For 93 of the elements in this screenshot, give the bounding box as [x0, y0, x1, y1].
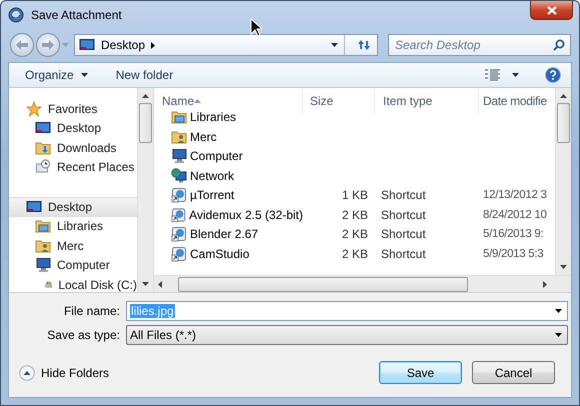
shortcut-icon — [171, 226, 187, 242]
file-item[interactable]: Network — [154, 166, 303, 186]
table-cell-text: Shortcut — [380, 226, 427, 244]
window-title: Save Attachment — [31, 8, 122, 22]
scrollbar[interactable] — [137, 88, 153, 292]
address-bar[interactable]: Desktop — [74, 34, 378, 56]
caret-icon — [555, 309, 562, 313]
file-item[interactable]: Merc — [154, 127, 303, 146]
field-label: Save as type: — [46, 328, 120, 342]
file-type-dropdown[interactable]: All Files (*.*) — [126, 325, 568, 345]
network-icon — [171, 168, 187, 184]
scroll-left-icon[interactable] — [158, 280, 162, 288]
search-icon — [553, 39, 565, 51]
nav-item[interactable]: Local Disk (C:) — [9, 275, 137, 292]
table-cell-text: 5/16/2013 9: — [482, 227, 544, 242]
computer-icon — [171, 148, 187, 164]
forward-button[interactable] — [36, 33, 60, 57]
monitor-icon — [26, 198, 42, 215]
library-folder-icon — [35, 218, 51, 234]
nav-item[interactable]: Desktop — [9, 118, 137, 138]
dialog-button[interactable]: Cancel — [472, 361, 555, 384]
shortcut-icon — [171, 187, 187, 204]
forward-arrow-icon — [42, 40, 54, 50]
dialog-button[interactable]: Save — [379, 361, 462, 384]
scroll-thumb[interactable] — [178, 276, 468, 292]
hide-folders-button[interactable]: Hide Folders — [19, 364, 110, 380]
scroll-down-icon[interactable] — [560, 265, 567, 269]
scroll-down-icon[interactable] — [142, 282, 149, 286]
nav-item[interactable]: Favorites — [9, 99, 137, 118]
nav-item[interactable]: Computer — [9, 256, 137, 275]
column-header[interactable]: Item type — [375, 88, 479, 113]
table-cell-text: 12/13/2012 3 — [482, 188, 548, 204]
star-icon — [26, 100, 42, 117]
close-icon — [546, 6, 556, 14]
scroll-up-icon[interactable] — [142, 94, 149, 98]
file-item[interactable]: Avidemux 2.5 (32-bit) — [154, 205, 303, 224]
organize-menu[interactable]: Organize — [19, 64, 94, 86]
shortcut-icon — [171, 246, 187, 262]
table-cell-text: 5/9/2013 5:3 — [482, 246, 544, 262]
back-arrow-icon — [16, 40, 28, 50]
collapse-icon — [19, 364, 35, 380]
scrollbar[interactable] — [154, 275, 571, 292]
user-folder-icon — [171, 128, 187, 145]
caret-icon — [330, 43, 338, 47]
nav-item[interactable]: Recent Places — [9, 158, 137, 177]
table-cell-text: 8/24/2012 10 — [482, 208, 548, 223]
field-label: File name: — [62, 304, 120, 318]
caret-icon — [555, 333, 562, 337]
nav-item[interactable]: Downloads — [9, 138, 137, 158]
scroll-thumb[interactable] — [557, 103, 570, 143]
file-item[interactable]: µTorrent — [154, 186, 303, 205]
library-folder-icon — [171, 109, 187, 126]
search-field[interactable]: Search Desktop — [388, 34, 571, 56]
caret-icon — [512, 73, 519, 77]
nav-item[interactable]: Merc — [9, 236, 137, 256]
breadcrumb[interactable]: Desktop — [101, 38, 146, 52]
nav-item[interactable]: Libraries — [9, 216, 137, 236]
table-cell-text: Shortcut — [380, 246, 427, 263]
table-cell-text: 1 KB — [340, 187, 369, 204]
table-cell-text: 2 KB — [340, 206, 369, 224]
cursor-icon — [250, 18, 262, 37]
list-view-icon — [485, 69, 500, 81]
computer-icon — [35, 257, 51, 274]
sort-arrow-icon — [194, 98, 202, 102]
new-folder-button[interactable]: New folder — [110, 64, 180, 86]
back-button[interactable] — [10, 33, 34, 57]
column-header[interactable]: Date modifie — [479, 88, 555, 113]
download-folder-icon — [35, 140, 51, 156]
clock-icon — [35, 159, 51, 176]
help-icon — [545, 67, 561, 83]
caret-icon — [62, 43, 69, 47]
user-folder-icon — [35, 238, 51, 254]
table-cell-text: 2 KB — [340, 226, 369, 244]
nav-item[interactable]: Desktop — [9, 197, 137, 216]
monitor-icon — [79, 37, 95, 53]
scroll-right-icon[interactable] — [543, 280, 547, 288]
close-button[interactable] — [530, 1, 573, 20]
column-header[interactable]: Size — [303, 88, 375, 113]
scroll-thumb[interactable] — [139, 103, 152, 143]
caret-icon — [80, 73, 88, 77]
file-item[interactable]: Computer — [154, 146, 303, 166]
scrollbar[interactable] — [555, 88, 571, 275]
shortcut-icon — [171, 206, 186, 223]
help-button[interactable] — [545, 67, 561, 83]
app-icon — [8, 7, 24, 23]
scroll-up-icon[interactable] — [560, 94, 567, 98]
file-item[interactable]: CamStudio — [154, 244, 303, 264]
file-item[interactable]: Blender 2.67 — [154, 224, 303, 244]
table-cell-text: Shortcut — [380, 206, 427, 224]
chevron-icon[interactable] — [151, 42, 156, 48]
table-cell-text: 2 KB — [340, 246, 369, 263]
table-cell-text: Shortcut — [380, 187, 427, 204]
refresh-icon — [357, 39, 371, 51]
